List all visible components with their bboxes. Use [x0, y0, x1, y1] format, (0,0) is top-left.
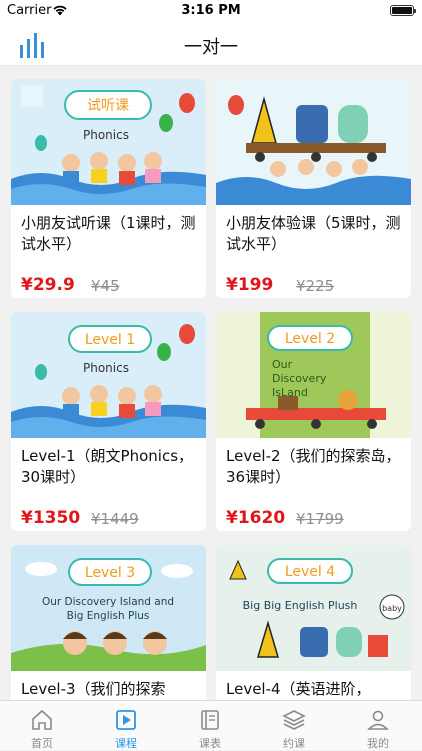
- home-icon: [32, 709, 52, 730]
- course-name: 小朋友试听课（1课时，测试水平）: [21, 214, 196, 253]
- layers-icon: [282, 710, 306, 730]
- svg-text:Big English Plus: Big English Plus: [67, 610, 150, 622]
- tab-label: 课表: [199, 737, 221, 750]
- tab-label: 我的: [367, 737, 389, 750]
- course-name: Level-2（我们的探索岛，36课时）: [226, 447, 401, 486]
- course-name: Level-4（英语进阶，: [226, 680, 371, 698]
- banner-label: 试听课: [87, 98, 129, 114]
- course-original-price: ¥1449: [91, 510, 139, 528]
- banner-label: Level 3: [85, 565, 135, 581]
- svg-text:Our: Our: [272, 358, 293, 371]
- banner-subtitle: Big Big English Plush: [243, 599, 358, 612]
- tab-booking[interactable]: 约课: [252, 701, 336, 751]
- tab-bar: 首页 课程 课表 约课 我的: [0, 700, 422, 750]
- banner-label: Level 4: [285, 564, 335, 580]
- course-thumbnail: Level 2 Our Discovery IsLand: [216, 312, 411, 438]
- course-card[interactable]: Level 3 Our Discovery Island and Big Eng…: [11, 545, 206, 700]
- tab-label: 首页: [31, 737, 53, 750]
- banner-subtitle: Phonics: [83, 128, 129, 142]
- tab-label: 课程: [115, 737, 137, 750]
- status-time: 3:16 PM: [181, 3, 241, 18]
- tab-home[interactable]: 首页: [0, 701, 84, 751]
- course-name: Level-1（朗文Phonics，30课时）: [21, 447, 194, 486]
- course-thumbnail: Level 1 Phonics: [11, 312, 206, 438]
- course-original-price: ¥1799: [296, 510, 344, 528]
- course-original-price: ¥225: [296, 277, 335, 295]
- course-name: 小朋友体验课（5课时，测试水平）: [226, 214, 401, 253]
- svg-text:Our Discovery Island and: Our Discovery Island and: [42, 596, 174, 608]
- course-price: ¥1350: [21, 508, 81, 528]
- navigation-bar: 一对一: [0, 22, 422, 66]
- tab-label: 约课: [283, 737, 305, 750]
- tab-courses[interactable]: 课程: [84, 701, 168, 751]
- course-price: ¥29.9: [21, 275, 75, 295]
- banner-label: Level 1: [85, 332, 135, 348]
- course-grid: 试听课 Phonics 小朋友试听课（1课时，测试水平） ¥29.9 ¥45 小…: [0, 66, 422, 700]
- course-card[interactable]: 小朋友体验课（5课时，测试水平） ¥199 ¥225: [216, 79, 411, 298]
- page-title: 一对一: [184, 37, 238, 58]
- battery-icon: [390, 5, 416, 16]
- person-icon: [367, 710, 389, 730]
- course-name: Level-3（我们的探索: [21, 680, 166, 698]
- baby-badge: baby: [382, 604, 402, 613]
- tab-profile[interactable]: 我的: [336, 701, 420, 751]
- course-thumbnail: [216, 79, 411, 205]
- course-thumbnail: Level 3 Our Discovery Island and Big Eng…: [11, 545, 206, 671]
- course-card[interactable]: Level 1 Phonics Level-1（朗文Phonics，30课时） …: [11, 312, 206, 531]
- course-price: ¥1620: [226, 508, 286, 528]
- status-bar: Carrier 3:16 PM: [0, 0, 422, 22]
- book-icon: [201, 710, 219, 730]
- play-icon: [116, 710, 136, 730]
- tab-schedule[interactable]: 课表: [168, 701, 252, 751]
- course-card[interactable]: 试听课 Phonics 小朋友试听课（1课时，测试水平） ¥29.9 ¥45: [11, 79, 206, 298]
- course-card[interactable]: Level 2 Our Discovery IsLand Level-2（我们的…: [216, 312, 411, 531]
- banner-subtitle: Phonics: [83, 361, 129, 375]
- svg-text:Discovery: Discovery: [272, 372, 327, 385]
- course-price: ¥199: [226, 275, 274, 295]
- banner-label: Level 2: [285, 331, 335, 347]
- course-thumbnail: Level 4 Big Big English Plush baby: [216, 545, 411, 671]
- course-thumbnail: 试听课 Phonics: [11, 79, 206, 205]
- course-card[interactable]: Level 4 Big Big English Plush baby Level…: [216, 545, 411, 700]
- course-original-price: ¥45: [91, 277, 120, 295]
